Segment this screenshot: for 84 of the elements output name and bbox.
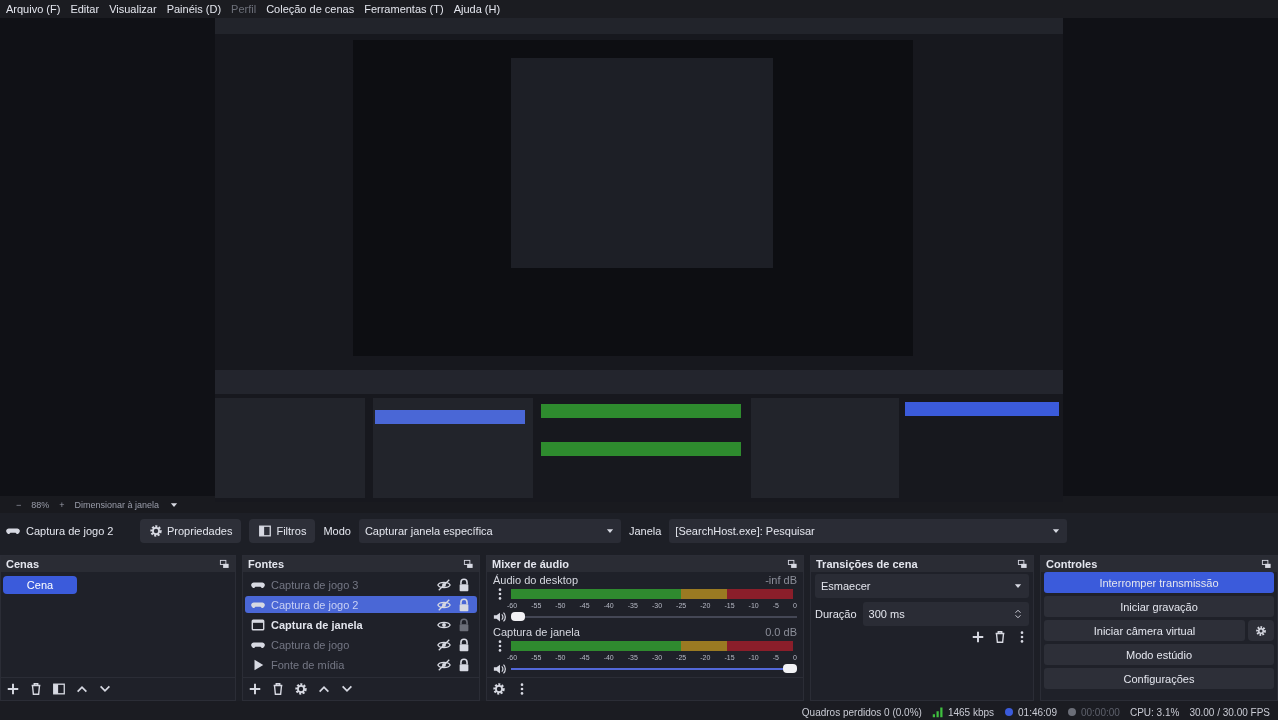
control-button[interactable]: Modo estúdio	[1044, 644, 1274, 665]
duration-field[interactable]: 300 ms	[862, 602, 1029, 626]
cpu-usage: CPU: 3.1%	[1129, 706, 1180, 718]
source-label: Captura de janela	[271, 618, 364, 631]
channel-name: Áudio do desktop	[493, 574, 578, 586]
control-button[interactable]: Iniciar gravação	[1044, 596, 1274, 617]
menu-item[interactable]: Painéis (D)	[166, 3, 222, 15]
settings-button[interactable]	[1248, 620, 1274, 641]
filters-button[interactable]: Filtros	[249, 519, 316, 543]
control-button[interactable]: Configurações	[1044, 668, 1274, 689]
zoom-mode-dropdown[interactable]: Dimensionar à janela	[74, 499, 160, 510]
record-dot-icon	[1066, 707, 1077, 717]
control-button[interactable]: Interromper transmissão	[1044, 572, 1274, 593]
lock-icon[interactable]	[457, 657, 471, 672]
volume-slider[interactable]	[511, 612, 525, 621]
float-icon	[787, 558, 798, 570]
zoom-out-button[interactable]: −	[16, 499, 22, 510]
float-icon	[1261, 558, 1272, 570]
plus-icon	[248, 682, 262, 696]
window-icon	[251, 617, 265, 632]
spin-icon	[1013, 608, 1023, 620]
bitrate: 1465 kbps	[947, 706, 995, 718]
eye-slash-icon[interactable]	[437, 657, 451, 672]
panel-icon	[258, 524, 273, 538]
dock-title: Cenas	[6, 558, 40, 570]
float-icon	[463, 558, 474, 570]
menu-item[interactable]: Visualizar	[109, 3, 157, 15]
float-icon	[1017, 558, 1028, 570]
window-dropdown[interactable]: [SearchHost.exe]: Pesquisar	[669, 519, 1068, 543]
dropped-frames: Quadros perdidos 0 (0.0%)	[801, 706, 922, 718]
float-icon	[219, 558, 230, 570]
source-item[interactable]: Captura de janela	[245, 616, 477, 633]
link-gear-icon	[492, 682, 506, 696]
gear-icon	[149, 524, 163, 538]
eye-slash-icon[interactable]	[437, 637, 451, 652]
volume-reading: -inf dB	[765, 574, 797, 586]
dock-title: Fontes	[248, 558, 285, 570]
menu-item[interactable]: Ferramentas (T)	[364, 3, 444, 15]
menu-item[interactable]: Coleção de cenas	[266, 3, 355, 15]
source-item[interactable]: Captura de jogo	[245, 636, 477, 653]
menu-item[interactable]: Ajuda (H)	[453, 3, 501, 15]
source-item[interactable]: Fonte de mídia	[245, 656, 477, 673]
stream-dot-icon	[1004, 707, 1015, 717]
menu-item[interactable]: Editar	[70, 3, 100, 15]
scene-item[interactable]: Cena	[3, 576, 77, 594]
zoom-level: 88%	[31, 499, 50, 510]
control-button[interactable]: Iniciar câmera virtual	[1044, 620, 1245, 641]
source-label: Fonte de mídia	[271, 658, 346, 671]
speaker-icon	[493, 610, 507, 624]
panel-icon	[52, 682, 66, 696]
signal-icon	[931, 706, 944, 718]
transition-dropdown[interactable]: Esmaecer	[815, 574, 1029, 598]
source-label: Captura de jogo 2	[271, 598, 360, 611]
channel-name: Captura de janela	[493, 626, 580, 638]
source-label: Captura de jogo	[271, 638, 351, 651]
field-label: Duração	[815, 608, 857, 620]
volume-slider[interactable]	[783, 664, 797, 673]
record-time: 00:00:00	[1080, 706, 1120, 718]
trash-icon	[271, 682, 285, 696]
trash-icon	[29, 682, 43, 696]
field-label: Modo	[323, 525, 351, 537]
trash-icon	[993, 630, 1007, 644]
lock-icon[interactable]	[457, 637, 471, 652]
gear-icon	[1255, 624, 1267, 637]
eye-slash-icon[interactable]	[437, 577, 451, 592]
stream-time: 01:46:09	[1018, 706, 1057, 718]
menu-item[interactable]: Arquivo (F)	[6, 3, 61, 15]
dock-title: Controles	[1046, 558, 1098, 570]
source-item[interactable]: Captura de jogo 3	[245, 576, 477, 593]
mode-dropdown[interactable]: Capturar janela específica	[358, 519, 621, 543]
gear-icon	[294, 682, 308, 696]
lock-icon[interactable]	[457, 577, 471, 592]
fps: 30.00 / 30.00 FPS	[1189, 706, 1270, 718]
dock-title: Mixer de áudio	[492, 558, 570, 570]
dock-title: Transições de cena	[816, 558, 918, 570]
source-label: Captura de jogo 3	[271, 578, 360, 591]
volume-reading: 0.0 dB	[765, 626, 797, 638]
speaker-icon	[493, 662, 507, 676]
source-name: Captura de jogo 2	[26, 525, 114, 537]
plus-icon	[971, 630, 985, 644]
field-label: Janela	[628, 525, 662, 537]
zoom-in-button[interactable]: +	[59, 499, 65, 510]
plus-icon	[6, 682, 20, 696]
properties-button[interactable]: Propriedades	[140, 519, 242, 543]
